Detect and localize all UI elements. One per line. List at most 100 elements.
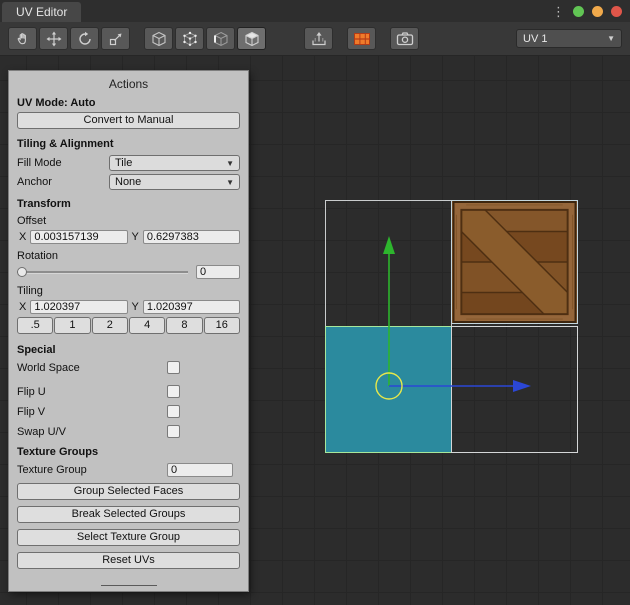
gizmo-right-axis-arrowhead-icon[interactable] <box>513 380 531 392</box>
tiling-presets-row: .5 1 2 4 8 16 <box>17 317 240 334</box>
anchor-row: Anchor None ▼ <box>17 174 240 190</box>
object-mode-icon <box>151 31 167 47</box>
preset-16-button[interactable]: 16 <box>204 317 240 334</box>
texture-groups-header: Texture Groups <box>17 446 240 458</box>
tiling-alignment-header: Tiling & Alignment <box>17 138 240 150</box>
rotate-tool-icon <box>77 31 93 47</box>
uv-channel-dropdown[interactable]: UV 1 ▼ <box>516 29 622 48</box>
tiling-y-input[interactable]: 1.020397 <box>143 300 240 314</box>
texture-group-row: Texture Group 0 <box>17 463 240 477</box>
swap-uv-checkbox[interactable] <box>167 425 180 438</box>
tiling-label: Tiling <box>17 285 240 297</box>
anchor-label: Anchor <box>17 176 109 188</box>
texture-group-label: Texture Group <box>17 464 167 476</box>
swap-uv-label: Swap U/V <box>17 426 167 438</box>
kebab-menu-icon[interactable]: ⋮ <box>552 5 565 18</box>
world-space-label: World Space <box>17 362 167 374</box>
rotation-input[interactable]: 0 <box>196 265 240 279</box>
fill-mode-row: Fill Mode Tile ▼ <box>17 155 240 171</box>
world-space-row: World Space <box>17 361 240 374</box>
rotation-row: 0 <box>17 265 240 279</box>
chevron-down-icon: ▼ <box>607 34 615 43</box>
panel-resize-handle[interactable] <box>101 585 157 586</box>
screenshot-icon <box>396 31 414 47</box>
offset-y-input[interactable]: 0.6297383 <box>143 230 240 244</box>
offset-x-input[interactable]: 0.003157139 <box>30 230 127 244</box>
preset-1-button[interactable]: 1 <box>54 317 90 334</box>
anchor-value: None <box>115 176 141 188</box>
chevron-down-icon: ▼ <box>226 159 234 168</box>
preset-2-button[interactable]: 2 <box>92 317 128 334</box>
rotate-tool-button[interactable] <box>70 27 99 50</box>
texture-preview-button[interactable] <box>347 27 376 50</box>
select-texture-group-button[interactable]: Select Texture Group <box>17 529 240 546</box>
edge-mode-button[interactable] <box>206 27 235 50</box>
actions-panel: Actions UV Mode: Auto Convert to Manual … <box>8 70 249 592</box>
fill-mode-value: Tile <box>115 157 132 169</box>
preset-8-button[interactable]: 8 <box>166 317 202 334</box>
tiling-y-label: Y <box>132 301 139 313</box>
flip-u-label: Flip U <box>17 386 167 398</box>
preset-4-button[interactable]: 4 <box>129 317 165 334</box>
tiling-x-label: X <box>19 301 26 313</box>
flip-v-checkbox[interactable] <box>167 405 180 418</box>
tab-bar: UV Editor ⋮ <box>0 0 630 23</box>
flip-u-row: Flip U <box>17 385 240 398</box>
uv-transform-gizmo <box>250 170 550 430</box>
rotation-slider[interactable] <box>17 265 188 279</box>
preset-05-button[interactable]: .5 <box>17 317 53 334</box>
pan-tool-button[interactable] <box>8 27 37 50</box>
rotation-slider-knob[interactable] <box>17 267 27 277</box>
reset-uvs-button[interactable]: Reset UVs <box>17 552 240 569</box>
tab-uv-editor-label: UV Editor <box>16 5 67 19</box>
convert-to-manual-button[interactable]: Convert to Manual <box>17 112 240 129</box>
actions-panel-title: Actions <box>17 77 240 91</box>
uv-mode-label: UV Mode: Auto <box>17 97 240 109</box>
offset-row: X 0.003157139 Y 0.6297383 <box>17 230 240 244</box>
window-dot-red-icon[interactable] <box>611 6 622 17</box>
project-uv-button[interactable] <box>304 27 333 50</box>
offset-x-label: X <box>19 231 26 243</box>
object-mode-button[interactable] <box>144 27 173 50</box>
vertex-mode-icon <box>182 31 198 47</box>
scale-tool-icon <box>108 31 124 47</box>
fill-mode-dropdown[interactable]: Tile ▼ <box>109 155 240 171</box>
swap-uv-row: Swap U/V <box>17 425 240 438</box>
vertex-mode-button[interactable] <box>175 27 204 50</box>
tab-uv-editor[interactable]: UV Editor <box>2 2 81 22</box>
transform-header: Transform <box>17 198 240 210</box>
anchor-dropdown[interactable]: None ▼ <box>109 174 240 190</box>
world-space-checkbox[interactable] <box>167 361 180 374</box>
rotation-slider-track <box>17 271 188 274</box>
group-selected-faces-button[interactable]: Group Selected Faces <box>17 483 240 500</box>
face-mode-icon <box>244 31 260 47</box>
offset-label: Offset <box>17 215 240 227</box>
edge-mode-icon <box>213 31 229 47</box>
rotation-label: Rotation <box>17 250 240 262</box>
project-uv-icon <box>310 31 328 47</box>
window-dot-green-icon[interactable] <box>573 6 584 17</box>
flip-v-label: Flip V <box>17 406 167 418</box>
tiling-row: X 1.020397 Y 1.020397 <box>17 300 240 314</box>
flip-u-checkbox[interactable] <box>167 385 180 398</box>
texture-group-input[interactable]: 0 <box>167 463 233 477</box>
uv-channel-value: UV 1 <box>523 33 547 45</box>
special-header: Special <box>17 344 240 356</box>
move-tool-button[interactable] <box>39 27 68 50</box>
uv-toolbar: UV 1 ▼ <box>0 22 630 56</box>
move-tool-icon <box>46 31 62 47</box>
screenshot-button[interactable] <box>390 27 419 50</box>
pan-tool-icon <box>15 31 31 47</box>
gizmo-up-axis-arrowhead-icon[interactable] <box>383 236 395 254</box>
scale-tool-button[interactable] <box>101 27 130 50</box>
fill-mode-label: Fill Mode <box>17 157 109 169</box>
flip-v-row: Flip V <box>17 405 240 418</box>
texture-preview-icon <box>353 31 371 47</box>
break-selected-groups-button[interactable]: Break Selected Groups <box>17 506 240 523</box>
offset-y-label: Y <box>132 231 139 243</box>
chevron-down-icon: ▼ <box>226 178 234 187</box>
window-controls: ⋮ <box>552 0 630 22</box>
tiling-x-input[interactable]: 1.020397 <box>30 300 127 314</box>
face-mode-button[interactable] <box>237 27 266 50</box>
window-dot-yellow-icon[interactable] <box>592 6 603 17</box>
